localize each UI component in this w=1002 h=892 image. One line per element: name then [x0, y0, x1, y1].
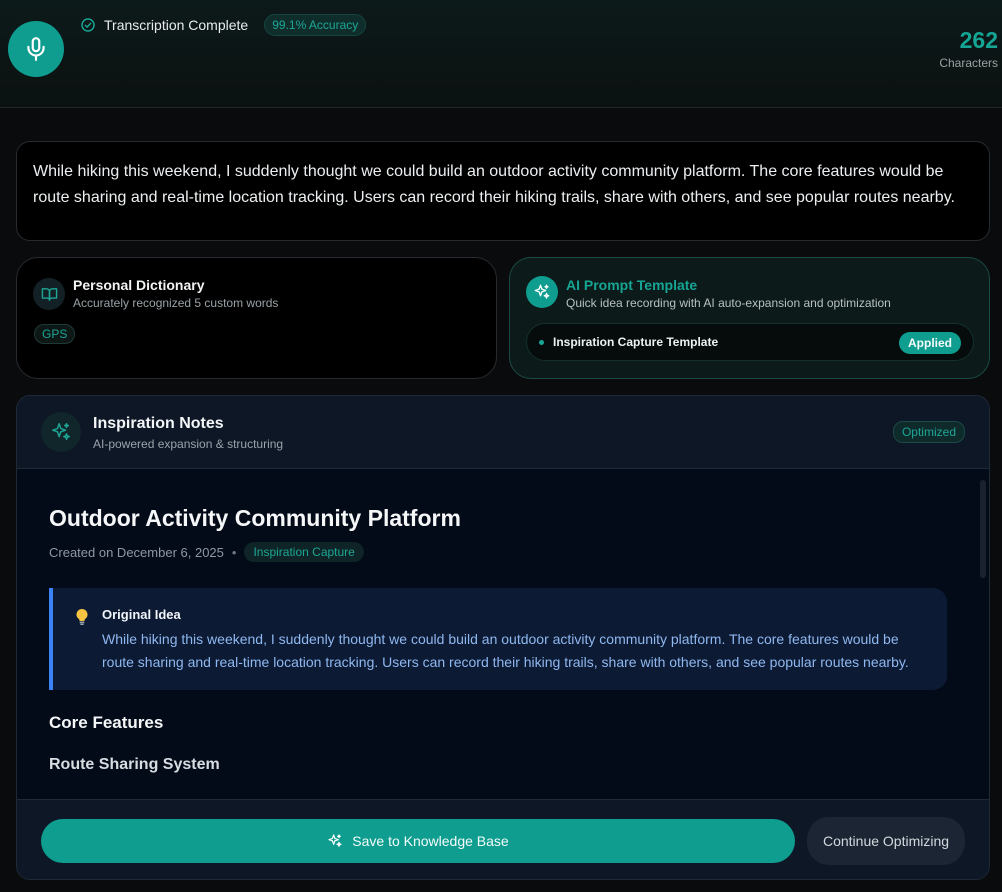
dictionary-subtitle: Accurately recognized 5 custom words	[73, 296, 279, 310]
template-dot	[539, 339, 544, 345]
dictionary-title: Personal Dictionary	[73, 277, 205, 293]
microphone-button[interactable]	[8, 21, 64, 77]
book-open-icon	[41, 287, 57, 301]
lightbulb-icon	[76, 609, 88, 625]
transcription-status: Transcription Complete 99.1% Accuracy	[80, 14, 367, 36]
custom-word-tag[interactable]: GPS	[34, 324, 76, 344]
save-button-label: Save to Knowledge Base	[352, 833, 509, 849]
notes-subtitle: AI-powered expansion & structuring	[93, 437, 284, 451]
document-title: Outdoor Activity Community Platform	[49, 505, 461, 531]
status-text: Transcription Complete	[104, 17, 249, 33]
accuracy-badge: 99.1% Accuracy	[264, 14, 367, 36]
notes-footer: Save to Knowledge Base Continue Optimizi…	[17, 799, 989, 879]
microphone-icon	[27, 37, 45, 61]
notes-header: Inspiration Notes AI-powered expansion &…	[17, 396, 989, 469]
continue-optimizing-button[interactable]: Continue Optimizing	[807, 817, 965, 865]
sparkles-icon	[534, 284, 550, 299]
notes-title: Inspiration Notes	[93, 415, 224, 432]
transcript-text[interactable]: While hiking this weekend, I suddenly th…	[16, 141, 990, 241]
applied-badge: Applied	[899, 332, 961, 354]
original-idea-title: Original Idea	[102, 607, 181, 622]
check-circle-icon	[81, 18, 95, 32]
ai-prompt-template-card[interactable]: AI Prompt Template Quick idea recording …	[509, 257, 990, 379]
inspiration-notes-panel: Inspiration Notes AI-powered expansion &…	[16, 395, 990, 880]
save-to-knowledge-base-button[interactable]: Save to Knowledge Base	[41, 819, 795, 863]
sparkles-icon	[52, 423, 70, 441]
category-tag: Inspiration Capture	[244, 542, 364, 562]
book-icon-wrap	[33, 278, 65, 310]
document-scrollbar[interactable]	[980, 480, 986, 578]
character-count: 262	[959, 27, 998, 53]
character-counter: 262 Characters	[939, 28, 998, 70]
route-sharing-heading: Route Sharing System	[49, 756, 220, 773]
original-idea-text: While hiking this weekend, I suddenly th…	[102, 631, 909, 670]
template-title: AI Prompt Template	[566, 277, 698, 293]
created-date: Created on December 6, 2025	[49, 544, 224, 560]
template-subtitle: Quick idea recording with AI auto-expans…	[566, 296, 891, 310]
core-features-heading: Core Features	[49, 713, 164, 732]
original-idea-quote: Original Idea While hiking this weekend,…	[49, 588, 947, 690]
sparkles-icon	[328, 834, 342, 847]
meta-separator: •	[231, 544, 237, 560]
document-meta: Created on December 6, 2025 • Inspiratio…	[49, 542, 364, 562]
sparkle-icon-wrap	[526, 276, 558, 308]
header-bar: Transcription Complete 99.1% Accuracy 26…	[0, 0, 1002, 108]
template-name: Inspiration Capture Template	[553, 335, 719, 349]
note-document[interactable]: Outdoor Activity Community Platform Crea…	[17, 470, 989, 799]
template-selector[interactable]: Inspiration Capture Template Applied	[526, 323, 974, 361]
notes-icon-wrap	[41, 412, 81, 452]
character-label: Characters	[939, 56, 998, 70]
optimized-badge: Optimized	[892, 421, 965, 443]
personal-dictionary-card[interactable]: Personal Dictionary Accurately recognize…	[16, 257, 497, 379]
